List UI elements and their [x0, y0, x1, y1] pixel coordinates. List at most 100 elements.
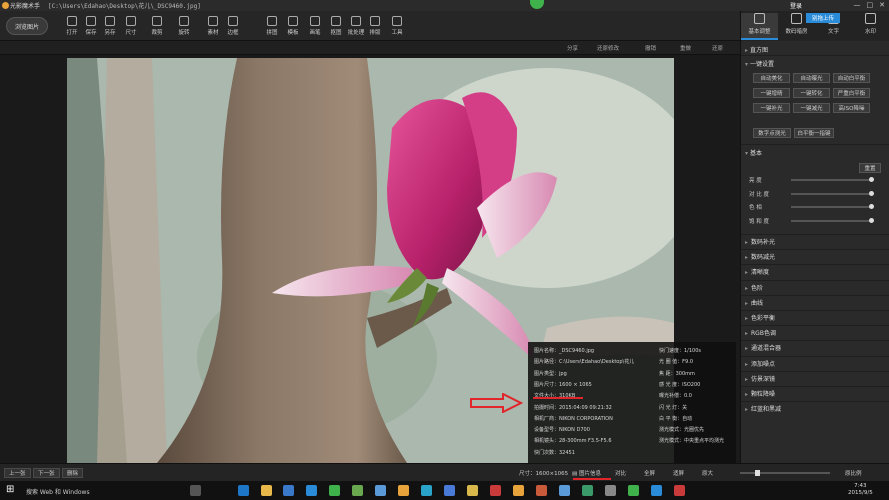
- slider-knob[interactable]: [869, 217, 874, 223]
- info-row: 图片路径：C:\Users\Edahao\Desktop\花儿: [534, 359, 635, 366]
- app-icon[interactable]: [375, 485, 386, 496]
- one-click-button[interactable]: 自动白平衡: [833, 73, 870, 83]
- tool-brush-button[interactable]: 画笔: [304, 16, 326, 38]
- app-icon[interactable]: [559, 485, 570, 496]
- one-click-button[interactable]: 一键减光: [793, 103, 830, 113]
- adjust-slider[interactable]: [791, 217, 874, 223]
- adjust-slider[interactable]: [791, 177, 874, 182]
- taskbar-search[interactable]: 搜索 Web 和 Windows: [26, 487, 90, 496]
- collapsed-section[interactable]: ▸ 添加噪点: [745, 359, 775, 368]
- restore-button[interactable]: 还原: [712, 44, 723, 52]
- next-image-button[interactable]: 下一张: [33, 468, 60, 478]
- collapsed-section[interactable]: ▸ 清晰度: [745, 267, 769, 276]
- zoom-slider[interactable]: [740, 470, 830, 476]
- delete-button[interactable]: 删除: [62, 468, 84, 478]
- section-histogram[interactable]: ▸ 直方图: [745, 45, 768, 54]
- tool-material-button[interactable]: 素材: [202, 16, 224, 38]
- taskbar-clock[interactable]: 7:43 2015/9/5: [848, 483, 873, 497]
- one-click-button[interactable]: 自动美化: [753, 73, 790, 83]
- one-click-button[interactable]: 一键补光: [753, 103, 790, 113]
- crop-icon: [152, 16, 162, 26]
- collapsed-section[interactable]: ▸ 数码减光: [745, 252, 775, 261]
- adjust-slider[interactable]: [791, 204, 874, 209]
- one-click-button[interactable]: 严重白平衡: [833, 88, 870, 98]
- explorer-icon[interactable]: [261, 485, 272, 496]
- app-icon[interactable]: [352, 485, 363, 496]
- tool-rotate-button[interactable]: 旋转: [173, 16, 195, 38]
- app-icon[interactable]: [628, 485, 639, 496]
- collapsed-section[interactable]: ▸ 色阶: [745, 283, 763, 292]
- tool-crop-button[interactable]: 裁剪: [146, 16, 168, 38]
- tool-layout-button[interactable]: 排版: [364, 16, 386, 38]
- edge-icon[interactable]: [238, 485, 249, 496]
- zoom-slider-knob[interactable]: [755, 470, 760, 476]
- prev-image-button[interactable]: 上一张: [4, 468, 31, 478]
- slider-knob[interactable]: [869, 177, 874, 182]
- one-click-button[interactable]: 一键增晴: [753, 88, 790, 98]
- store-icon[interactable]: [283, 485, 294, 496]
- slider-knob[interactable]: [869, 204, 874, 209]
- app-icon[interactable]: [329, 485, 340, 496]
- app-icon[interactable]: [444, 485, 455, 496]
- zoom-ratio-label[interactable]: 原比例: [845, 469, 862, 477]
- undo-button[interactable]: 撤销: [645, 44, 656, 52]
- fit-screen-button[interactable]: 适屏: [673, 469, 684, 477]
- spot-metering-button[interactable]: 数字点测光: [753, 128, 791, 138]
- tool-resize-button[interactable]: 尺寸: [120, 16, 142, 38]
- compare-button[interactable]: 对比: [615, 469, 626, 477]
- adjust-slider[interactable]: [791, 190, 874, 196]
- collapsed-section[interactable]: ▸ 色彩平衡: [745, 313, 775, 322]
- white-balance-button[interactable]: 白平衡一指键: [794, 128, 834, 138]
- collapsed-section[interactable]: ▸ 仿景深镜: [745, 374, 775, 383]
- app-icon[interactable]: [421, 485, 432, 496]
- app-icon[interactable]: [605, 485, 616, 496]
- close-button[interactable]: ✕: [879, 1, 885, 9]
- section-basic[interactable]: ▾ 基本: [745, 148, 762, 157]
- app-icon[interactable]: [582, 485, 593, 496]
- task-view-icon[interactable]: [190, 485, 201, 496]
- app-icon[interactable]: [536, 485, 547, 496]
- revert-button[interactable]: 还原修改: [597, 44, 619, 52]
- reset-button[interactable]: 重置: [859, 163, 881, 173]
- collapsed-section[interactable]: ▸ 数码补光: [745, 237, 775, 246]
- original-size-button[interactable]: 原大: [702, 469, 713, 477]
- tab-basic-adjust[interactable]: 基本调整: [741, 13, 778, 40]
- collapsed-section[interactable]: ▸ 颗粒降噪: [745, 389, 775, 398]
- app-icon[interactable]: [651, 485, 662, 496]
- tool-tools-button[interactable]: 工具: [386, 16, 408, 38]
- collapsed-section[interactable]: ▸ 通道混合器: [745, 343, 781, 352]
- slider-label: 对 比 度: [749, 191, 769, 198]
- app-icon[interactable]: [467, 485, 478, 496]
- tool-save-as-button[interactable]: 另存: [99, 16, 121, 38]
- one-click-button[interactable]: 自动曝光: [793, 73, 830, 83]
- one-click-button[interactable]: 高ISO降噪: [833, 103, 870, 113]
- maximize-button[interactable]: □: [867, 1, 874, 9]
- mail-icon[interactable]: [306, 485, 317, 496]
- windows-start-icon[interactable]: ⊞: [6, 484, 17, 495]
- app-icon[interactable]: [513, 485, 524, 496]
- photo-app-icon[interactable]: [398, 485, 409, 496]
- info-row: 图片名称：_DSC9460.jpg: [534, 348, 595, 354]
- tool-template-button[interactable]: 模板: [282, 16, 304, 38]
- app-icon[interactable]: [490, 485, 501, 496]
- login-button[interactable]: 登录: [790, 1, 802, 10]
- redo-button[interactable]: 重做: [680, 44, 691, 52]
- collapsed-section[interactable]: ▸ 曲线: [745, 298, 763, 307]
- share-button[interactable]: 分享: [567, 44, 578, 52]
- collapsed-section[interactable]: ▸ RGB色调: [745, 328, 776, 337]
- image-info-button[interactable]: ▤ 图片信息: [572, 469, 601, 477]
- browse-images-button[interactable]: 浏览图片: [6, 17, 48, 35]
- tool-frame-button[interactable]: 边框: [222, 16, 244, 38]
- tool-puzzle-button[interactable]: 拼图: [261, 16, 283, 38]
- slider-knob[interactable]: [869, 190, 874, 196]
- collapsed-section[interactable]: ▸ 红蓝和黑减: [745, 404, 781, 413]
- image-canvas[interactable]: 图片名称：_DSC9460.jpg 图片路径：C:\Users\Edahao\De…: [0, 55, 740, 463]
- app-icon[interactable]: [674, 485, 685, 496]
- one-click-button[interactable]: 一键转化: [793, 88, 830, 98]
- tab-watermark[interactable]: 水印: [852, 13, 889, 40]
- minimize-button[interactable]: —: [854, 1, 861, 9]
- upload-tooltip[interactable]: 别拖上传: [806, 13, 840, 23]
- fullscreen-button[interactable]: 全屏: [644, 469, 655, 477]
- section-one-click[interactable]: ▾ 一键设置: [745, 59, 774, 68]
- tool-cutout-button[interactable]: 抠图: [325, 16, 347, 38]
